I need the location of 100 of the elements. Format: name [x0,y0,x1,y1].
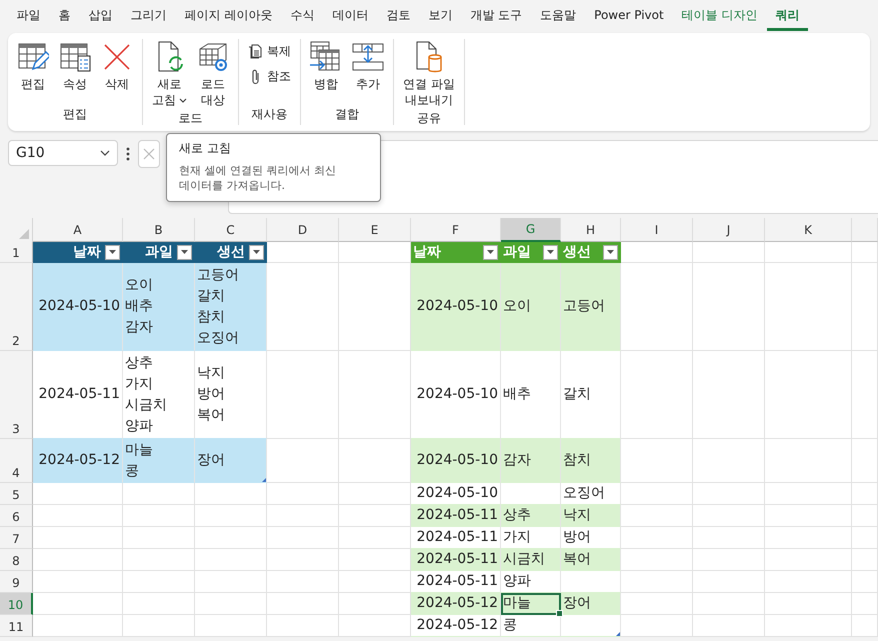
ribbon-tab[interactable]: 홈 [50,2,79,30]
resize-handle-icon[interactable] [262,478,266,482]
ribbon-tab[interactable]: 삽입 [80,2,121,30]
empty-cell[interactable] [267,615,339,637]
ribbon-button[interactable]: 병합 [307,39,345,106]
empty-cell[interactable] [267,483,339,505]
empty-cell[interactable] [765,351,852,439]
ribbon-tab[interactable]: 검토 [378,2,419,30]
column-heading[interactable]: G [501,218,561,242]
ribbon-button[interactable]: 로드 대상 [194,39,232,110]
row-number[interactable]: 6 [0,505,33,527]
empty-cell[interactable] [852,549,878,571]
empty-cell[interactable] [852,439,878,483]
filter-button[interactable] [483,244,498,260]
empty-cell[interactable] [852,263,878,351]
empty-cell[interactable] [693,571,765,593]
empty-cell[interactable] [195,549,267,571]
empty-cell[interactable] [765,527,852,549]
ribbon-button[interactable]: 편집 [14,39,52,106]
empty-cell[interactable] [693,483,765,505]
empty-cell[interactable] [765,615,852,637]
ribbon-tab[interactable]: 데이터 [324,2,377,30]
empty-cell[interactable] [123,527,195,549]
row-number[interactable]: 5 [0,483,33,505]
empty-cell[interactable] [195,505,267,527]
ribbon-button[interactable]: 복제 [245,41,294,62]
column-heading[interactable]: H [561,218,621,242]
empty-cell[interactable] [267,505,339,527]
empty-cell[interactable] [123,483,195,505]
empty-cell[interactable] [195,527,267,549]
empty-cell[interactable] [195,571,267,593]
empty-cell[interactable] [693,527,765,549]
empty-cell[interactable] [693,242,765,263]
more-options-icon[interactable] [126,147,130,161]
filter-button[interactable] [603,244,618,260]
empty-cell[interactable] [123,571,195,593]
empty-cell[interactable] [267,351,339,439]
ribbon-tab[interactable]: 페이지 레이아웃 [176,2,281,30]
empty-cell[interactable] [852,242,878,263]
empty-cell[interactable] [693,549,765,571]
empty-cell[interactable] [693,439,765,483]
empty-cell[interactable] [195,483,267,505]
column-heading[interactable]: K [765,218,852,242]
empty-cell[interactable] [765,242,852,263]
empty-cell[interactable] [123,593,195,615]
ribbon-tab[interactable]: 수식 [282,2,323,30]
empty-cell[interactable] [195,615,267,637]
empty-cell[interactable] [693,263,765,351]
row-number[interactable]: 10 [0,593,33,615]
column-heading[interactable]: B [123,218,195,242]
empty-cell[interactable] [765,483,852,505]
row-number[interactable]: 2 [0,263,33,351]
ribbon-tab[interactable]: 그리기 [122,2,175,30]
row-number[interactable]: 11 [0,615,33,637]
column-heading[interactable]: E [339,218,411,242]
empty-cell[interactable] [621,351,693,439]
empty-cell[interactable] [267,593,339,615]
empty-cell[interactable] [693,615,765,637]
ribbon-button[interactable]: 추가 [349,39,387,106]
ribbon-tab[interactable]: 보기 [420,2,461,30]
ribbon-button[interactable]: 속성 [56,39,94,106]
column-heading[interactable]: I [621,218,693,242]
ribbon-tab[interactable]: 테이블 디자인 [673,2,766,30]
filter-button[interactable] [249,244,264,260]
column-heading[interactable]: C [195,218,267,242]
empty-cell[interactable] [852,527,878,549]
empty-cell[interactable] [765,571,852,593]
filter-button[interactable] [105,244,120,260]
ribbon-button[interactable]: 삭제 [98,39,136,106]
name-box[interactable]: G10 [8,140,118,166]
empty-cell[interactable] [852,571,878,593]
empty-cell[interactable] [693,593,765,615]
row-number[interactable]: 8 [0,549,33,571]
empty-cell[interactable] [267,571,339,593]
empty-cell[interactable] [267,527,339,549]
column-heading[interactable]: J [693,218,765,242]
column-heading[interactable] [852,218,878,242]
empty-cell[interactable] [852,505,878,527]
empty-cell[interactable] [267,549,339,571]
empty-cell[interactable] [123,505,195,527]
empty-cell[interactable] [123,549,195,571]
filter-button[interactable] [177,244,192,260]
empty-cell[interactable] [852,593,878,615]
empty-cell[interactable] [693,505,765,527]
empty-cell[interactable] [267,263,339,351]
row-number[interactable]: 7 [0,527,33,549]
empty-cell[interactable] [123,615,195,637]
resize-handle-icon[interactable] [616,632,620,636]
column-heading[interactable]: A [33,218,123,242]
ribbon-tab[interactable]: 개발 도구 [462,2,531,30]
cancel-button[interactable] [138,140,160,168]
filter-button[interactable] [543,244,558,260]
empty-cell[interactable] [693,351,765,439]
ribbon-tab[interactable]: 파일 [8,2,49,30]
column-heading[interactable]: D [267,218,339,242]
empty-cell[interactable] [765,549,852,571]
empty-cell[interactable] [765,263,852,351]
empty-cell[interactable] [765,593,852,615]
column-heading[interactable]: F [411,218,501,242]
empty-cell[interactable] [765,439,852,483]
